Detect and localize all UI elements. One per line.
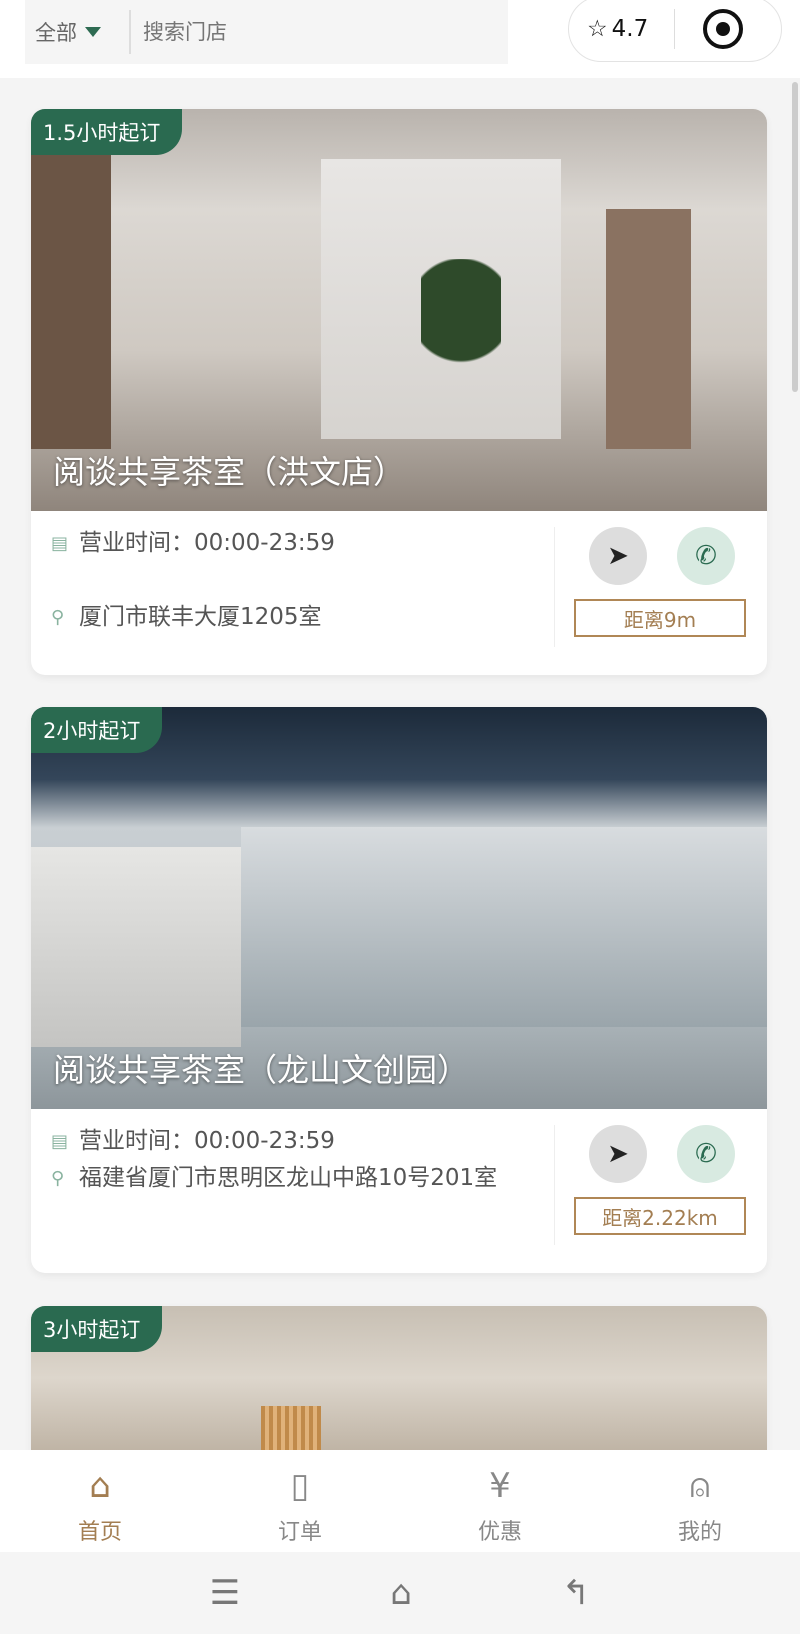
filter-label: 全部 [35,21,77,45]
call-button[interactable]: ✆ [677,1125,735,1183]
rating-button[interactable]: ☆ 4.7 [569,9,675,49]
hours-text: 营业时间：00:00-23:59 [79,530,335,556]
tab-coupons[interactable]: ¥ 优惠 [400,1450,600,1552]
mini-program-capsule: ☆ 4.7 [568,0,782,62]
navigate-button[interactable]: ➤ [589,1125,647,1183]
tab-label: 我的 [677,1520,722,1545]
scrollbar[interactable] [792,82,798,392]
tab-label: 订单 [277,1520,322,1545]
store-name: 阅谈共享茶室（龙山文创园） [53,1051,470,1089]
store-card[interactable]: 1.5小时起订 阅谈共享茶室（洪文店） ▤ 营业时间：00:00-23:59 ⚲ 厦… [31,109,767,675]
coupon-icon: ¥ [489,1466,511,1506]
star-icon: ☆ [587,16,608,42]
navigation-arrow-icon: ➤ [607,1139,629,1169]
store-photo: 2小时起订 阅谈共享茶室（龙山文创园） [31,707,767,1109]
phone-icon: ✆ [695,1139,717,1169]
location-pin-icon: ⚲ [51,607,65,628]
system-navigation-bar: ☰ ⌂ ↰ [0,1552,800,1634]
rating-value: 4.7 [611,16,649,42]
user-icon: ⍝ [689,1466,711,1506]
hours-text: 营业时间：00:00-23:59 [79,1128,335,1154]
location-pin-icon: ⚲ [51,1168,65,1189]
store-address: ⚲ 厦门市联丰大厦1205室 [51,599,551,636]
phone-icon: ✆ [695,541,717,571]
store-photo: 1.5小时起订 阅谈共享茶室（洪文店） [31,109,767,511]
search-input[interactable] [131,20,431,44]
address-text: 厦门市联丰大厦1205室 [79,604,322,630]
store-photo: 3小时起订 [31,1306,767,1466]
call-button[interactable]: ✆ [677,527,735,585]
category-filter[interactable]: 全部 [25,10,131,54]
caret-down-icon [85,27,101,37]
top-bar: 全部 ☆4.7 [0,0,800,78]
distance-badge: 距离2.22km [574,1197,746,1235]
divider [554,527,555,647]
order-icon: ▯ [290,1466,310,1506]
min-booking-badge: 2小时起订 [31,707,163,753]
calendar-icon: ▤ [51,533,69,554]
close-target-icon[interactable] [703,9,743,49]
tab-orders[interactable]: ▯ 订单 [200,1450,400,1552]
min-booking-badge: 3小时起订 [31,1306,163,1352]
store-name: 阅谈共享茶室（洪文店） [53,453,406,491]
back-icon[interactable]: ↰ [562,1573,591,1613]
menu-icon[interactable]: ☰ [210,1573,240,1613]
tab-mine[interactable]: ⍝ 我的 [600,1450,800,1552]
business-hours: ▤ 营业时间：00:00-23:59 [51,525,551,562]
navigate-button[interactable]: ➤ [589,527,647,585]
store-address: ⚲ 福建省厦门市思明区龙山中路10号201室 [51,1160,551,1197]
store-card[interactable]: 2小时起订 阅谈共享茶室（龙山文创园） ▤ 营业时间：00:00-23:59 ⚲ 福… [31,707,767,1273]
distance-badge: 距离9m [574,599,746,637]
tab-label: 首页 [77,1520,122,1545]
store-card[interactable]: 3小时起订 [31,1306,767,1466]
address-text: 福建省厦门市思明区龙山中路10号201室 [79,1165,498,1191]
business-hours: ▤ 营业时间：00:00-23:59 [51,1123,551,1160]
home-icon[interactable]: ⌂ [390,1573,412,1613]
tab-home[interactable]: ⌂ 首页 [0,1450,200,1552]
bottom-tab-bar: ⌂ 首页 ▯ 订单 ¥ 优惠 ⍝ 我的 [0,1450,800,1552]
home-icon: ⌂ [89,1466,111,1506]
navigation-arrow-icon: ➤ [607,541,629,571]
divider [554,1125,555,1245]
min-booking-badge: 1.5小时起订 [31,109,183,155]
calendar-icon: ▤ [51,1131,69,1152]
search-bar: 全部 [25,0,508,64]
tab-label: 优惠 [477,1520,522,1545]
